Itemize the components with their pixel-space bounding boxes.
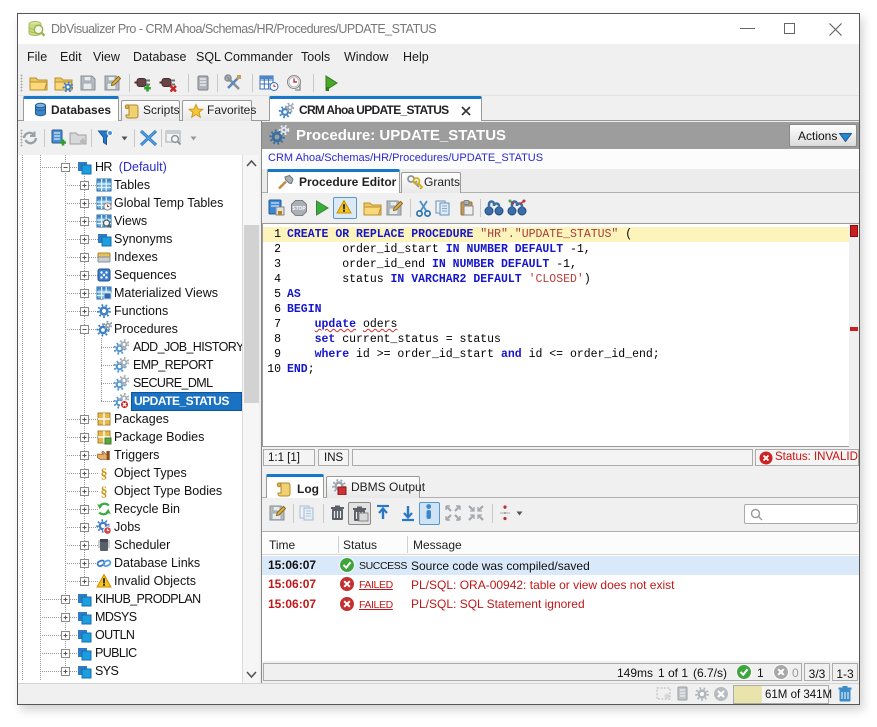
svg-text:STOP: STOP — [292, 206, 306, 212]
